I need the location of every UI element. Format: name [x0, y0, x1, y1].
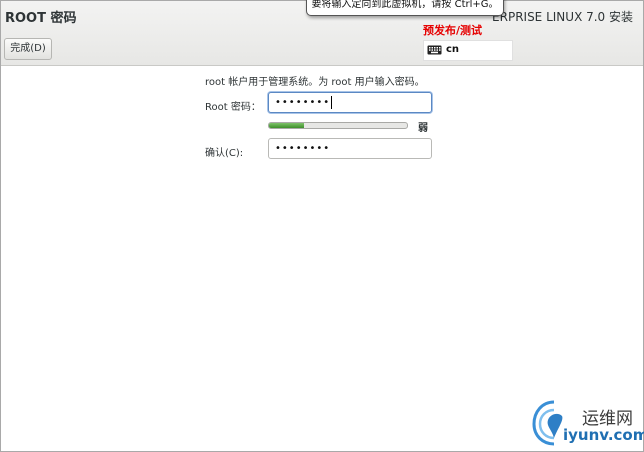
product-title: ERPRISE LINUX 7.0 安装: [492, 10, 633, 24]
password-value: ••••••••: [275, 97, 331, 108]
confirm-password-field[interactable]: ••••••••: [268, 138, 432, 159]
keyboard-icon: [427, 45, 442, 55]
password-strength-label: 弱: [418, 123, 428, 134]
prerelease-label: 预发布/测试: [423, 24, 483, 37]
page-title: ROOT 密码: [5, 11, 77, 26]
password-label: Root 密码：: [205, 102, 261, 113]
confirm-value: ••••••••: [275, 143, 331, 154]
text-caret: [331, 95, 333, 109]
watermark-url: iyunv.com: [563, 426, 644, 444]
password-strength-bar: [268, 122, 408, 129]
keyboard-layout-label: cn: [446, 44, 460, 55]
window-frame: [0, 0, 644, 452]
vm-input-tooltip: 要将输入定向到此虚拟机，请按 Ctrl+G。: [306, 0, 504, 16]
instruction-text: root 帐户用于管理系统。为 root 用户输入密码。: [205, 77, 425, 88]
password-field[interactable]: ••••••••: [268, 92, 432, 113]
password-strength-fill: [269, 123, 304, 128]
confirm-label: 确认(C):: [205, 148, 244, 159]
keyboard-layout-indicator[interactable]: cn: [423, 40, 513, 61]
done-button[interactable]: 完成(D): [4, 38, 52, 60]
